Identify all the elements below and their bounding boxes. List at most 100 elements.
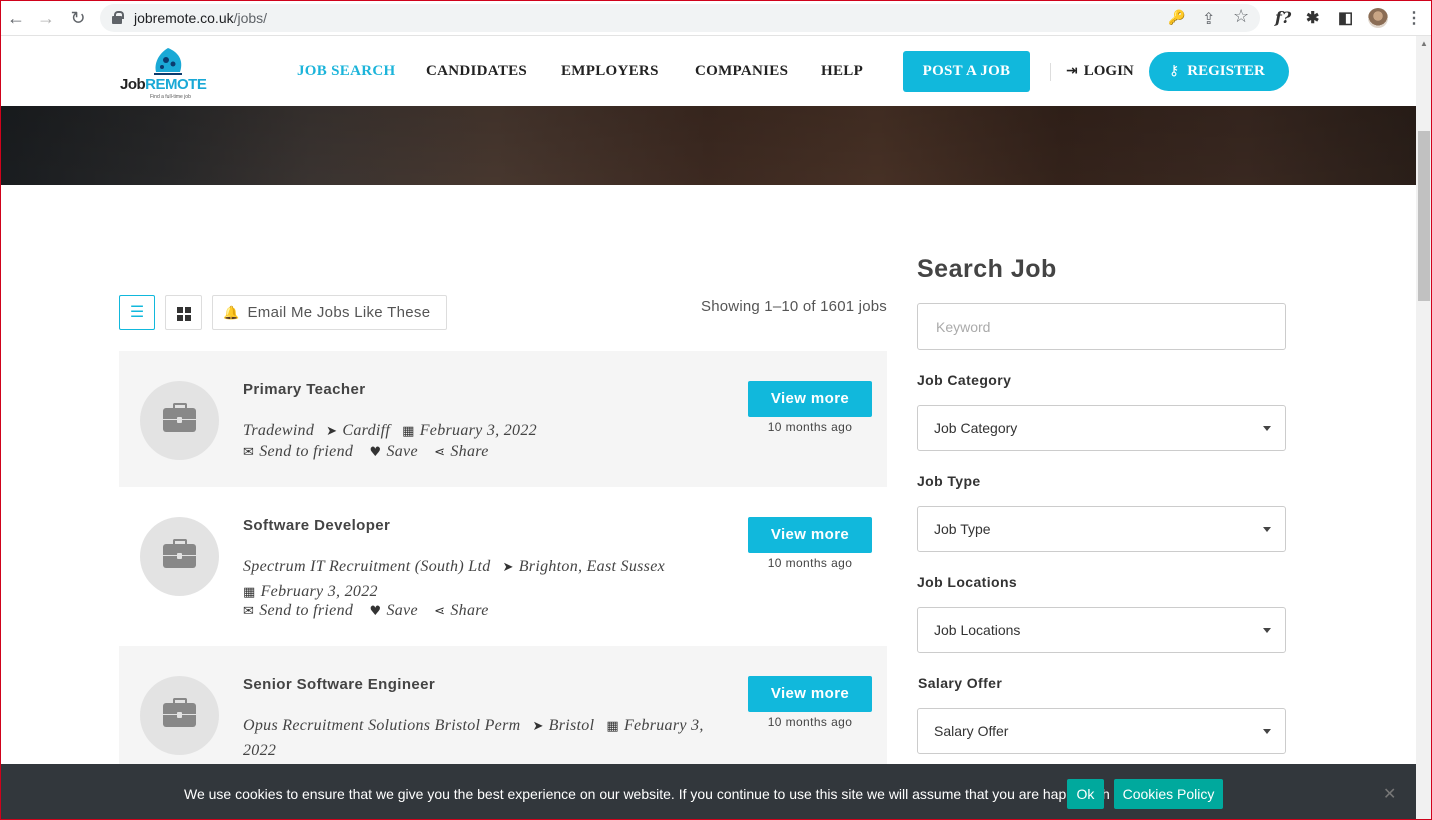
url-text[interactable]: jobremote.co.uk/jobs/ <box>134 10 267 26</box>
lock-icon[interactable] <box>112 11 124 24</box>
job-location: Brighton, East Sussex <box>518 558 666 575</box>
profile-avatar[interactable] <box>1368 8 1388 28</box>
bell-icon: 🔔 <box>223 306 240 321</box>
job-meta: Opus Recruitment Solutions Bristol Perm ➤… <box>243 714 728 762</box>
heart-icon: ♥ <box>369 445 382 460</box>
results-count: Showing 1–10 of 1601 jobs <box>701 298 887 315</box>
job-avatar <box>140 381 219 460</box>
reload-icon[interactable]: ↻ <box>68 8 88 28</box>
job-title[interactable]: Primary Teacher <box>243 381 365 398</box>
logo-text: JobREMOTE <box>120 76 207 93</box>
close-icon[interactable]: ✕ <box>1383 784 1396 803</box>
send-to-friend-link[interactable]: ✉ Send to friend <box>243 443 353 460</box>
envelope-icon: ✉ <box>243 445 255 460</box>
job-meta: Spectrum IT Recruitment (South) Ltd ➤ Brig… <box>243 555 728 604</box>
envelope-icon: ✉ <box>243 604 255 619</box>
list-view-button[interactable]: ☰ <box>119 295 155 330</box>
page-scrollbar[interactable]: ▲ <box>1416 36 1432 820</box>
caret-down-icon <box>1263 628 1271 633</box>
search-job-title: Search Job <box>917 255 1057 283</box>
job-category-select[interactable]: Job Category <box>917 405 1286 451</box>
cookie-ok-button[interactable]: Ok <box>1067 779 1104 809</box>
save-job-link[interactable]: ♥ Save <box>369 602 417 619</box>
posted-time: 10 months ago <box>767 556 853 570</box>
login-link[interactable]: ⇥ LOGIN <box>1066 63 1134 80</box>
cookie-message: We use cookies to ensure that we give yo… <box>184 786 1125 802</box>
scroll-thumb[interactable] <box>1418 131 1430 301</box>
job-locations-select[interactable]: Job Locations <box>917 607 1286 653</box>
site-logo[interactable]: JobREMOTE Find a full-time job <box>120 46 207 100</box>
job-date: February 3, 2022 <box>419 422 537 439</box>
email-alert-button[interactable]: 🔔 Email Me Jobs Like These <box>212 295 447 330</box>
cookies-policy-button[interactable]: Cookies Policy <box>1114 779 1223 809</box>
job-title[interactable]: Senior Software Engineer <box>243 676 435 693</box>
job-card: Senior Software Engineer Opus Recruitmen… <box>119 646 887 764</box>
salary-offer-label: Salary Offer <box>918 675 1003 691</box>
job-company[interactable]: Spectrum IT Recruitment (South) Ltd <box>243 558 491 575</box>
job-company[interactable]: Tradewind <box>243 422 314 439</box>
keyword-input[interactable] <box>917 303 1286 350</box>
job-type-select[interactable]: Job Type <box>917 506 1286 552</box>
back-arrow-icon[interactable]: ← <box>6 8 26 28</box>
hero-banner <box>0 106 1416 185</box>
job-meta: Tradewind ➤ Cardiff ▦ February 3, 2022 <box>243 419 728 444</box>
caret-down-icon <box>1263 527 1271 532</box>
caret-down-icon <box>1263 729 1271 734</box>
view-more-button[interactable]: View more <box>748 676 872 712</box>
briefcase-icon <box>163 698 196 727</box>
list-icon: ☰ <box>129 304 145 321</box>
nav-employers[interactable]: EMPLOYERS <box>561 63 659 80</box>
location-arrow-icon: ➤ <box>326 424 338 439</box>
posted-time: 10 months ago <box>767 420 853 434</box>
forward-arrow-icon[interactable]: → <box>36 8 56 28</box>
post-job-button[interactable]: POST A JOB <box>903 51 1030 92</box>
sign-in-icon: ⇥ <box>1066 63 1078 79</box>
extension-icon[interactable]: f? <box>1275 8 1291 27</box>
job-location: Cardiff <box>342 422 391 439</box>
job-card: Software Developer Spectrum IT Recruitme… <box>119 487 887 646</box>
posted-time: 10 months ago <box>767 715 853 729</box>
puzzle-icon[interactable]: ✱ <box>1306 8 1319 28</box>
side-panel-icon[interactable]: ◧ <box>1338 8 1353 28</box>
site-header: JobREMOTE Find a full-time job JOB SEARC… <box>0 36 1416 106</box>
job-date: February 3, 2022 <box>260 582 378 600</box>
register-button[interactable]: ⚷ REGISTER <box>1149 52 1289 91</box>
job-avatar <box>140 517 219 596</box>
nav-help[interactable]: HELP <box>821 63 863 80</box>
job-company[interactable]: Opus Recruitment Solutions Bristol Perm <box>243 717 520 734</box>
share-icon[interactable]: ⇪ <box>1202 9 1215 29</box>
share-icon: ⋖ <box>434 445 446 460</box>
nav-companies[interactable]: COMPANIES <box>695 63 788 80</box>
send-to-friend-link[interactable]: ✉ Send to friend <box>243 602 353 619</box>
scroll-up-icon[interactable]: ▲ <box>1420 39 1428 48</box>
caret-down-icon <box>1263 426 1271 431</box>
job-type-label: Job Type <box>917 473 981 489</box>
grid-view-button[interactable] <box>165 295 202 330</box>
nav-candidates[interactable]: CANDIDATES <box>426 63 527 80</box>
bookmark-star-icon[interactable]: ☆ <box>1233 6 1249 27</box>
heart-icon: ♥ <box>369 604 382 619</box>
nav-job-search[interactable]: JOB SEARCH <box>297 63 395 80</box>
job-actions: ✉ Send to friend ♥ Save ⋖ Share <box>243 602 489 620</box>
address-bar[interactable]: jobremote.co.uk/jobs/ 🔑 ⇪ ☆ <box>100 4 1260 32</box>
job-locations-label: Job Locations <box>917 574 1018 590</box>
kebab-menu-icon[interactable]: ⋮ <box>1406 8 1422 28</box>
job-actions: ✉ Send to friend ♥ Save ⋖ Share <box>243 443 489 461</box>
calendar-icon: ▦ <box>402 424 415 439</box>
browser-toolbar: ← → ↻ jobremote.co.uk/jobs/ 🔑 ⇪ ☆ f? ✱ ◧… <box>0 0 1432 36</box>
share-job-link[interactable]: ⋖ Share <box>434 443 488 460</box>
location-arrow-icon: ➤ <box>502 560 514 575</box>
key-icon: ⚷ <box>1169 63 1180 79</box>
job-title[interactable]: Software Developer <box>243 517 390 534</box>
salary-offer-select[interactable]: Salary Offer <box>917 708 1286 754</box>
view-more-button[interactable]: View more <box>748 381 872 417</box>
calendar-icon: ▦ <box>606 719 619 734</box>
job-location: Bristol <box>548 717 595 734</box>
cookie-banner: We use cookies to ensure that we give yo… <box>0 764 1416 820</box>
view-more-button[interactable]: View more <box>748 517 872 553</box>
key-icon[interactable]: 🔑 <box>1168 9 1185 26</box>
share-job-link[interactable]: ⋖ Share <box>434 602 488 619</box>
save-job-link[interactable]: ♥ Save <box>369 443 417 460</box>
share-icon: ⋖ <box>434 604 446 619</box>
logo-mark-icon <box>154 48 182 75</box>
